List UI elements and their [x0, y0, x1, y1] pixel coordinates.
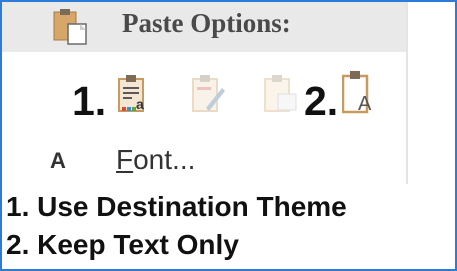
legend-item-1: 1. Use Destination Theme [6, 191, 347, 222]
paste-context-menu: Paste Options: 1. a 2. A A Font... [2, 2, 430, 184]
picture-paste-icon [264, 75, 297, 112]
use-destination-theme-icon[interactable]: a [118, 74, 152, 114]
font-menu-item-label: ont... [133, 144, 196, 175]
option-legend: 1. Use Destination Theme 2. Keep Text On… [2, 188, 455, 264]
keep-source-formatting-icon [192, 75, 225, 112]
paste-options-label: Paste Options: [122, 8, 291, 38]
paste-clipboard-icon [53, 9, 87, 45]
font-menu-item[interactable]: Font... [116, 144, 195, 176]
svg-text:A: A [358, 93, 372, 114]
font-accelerator-letter: F [116, 144, 134, 175]
annotated-screenshot-frame: Paste Options: 1. a 2. A A Font... 1. Us… [0, 0, 457, 271]
paste-options-header: Paste Options: [2, 2, 406, 52]
option-number-2: 2. [304, 78, 339, 124]
legend-item-2: 2. Keep Text Only [6, 229, 239, 260]
keep-text-only-icon[interactable]: A [342, 70, 376, 114]
svg-text:a: a [136, 96, 144, 112]
menu-right-edge [406, 2, 408, 184]
option-number-1: 1. [72, 78, 107, 124]
font-icon: A [50, 148, 66, 173]
